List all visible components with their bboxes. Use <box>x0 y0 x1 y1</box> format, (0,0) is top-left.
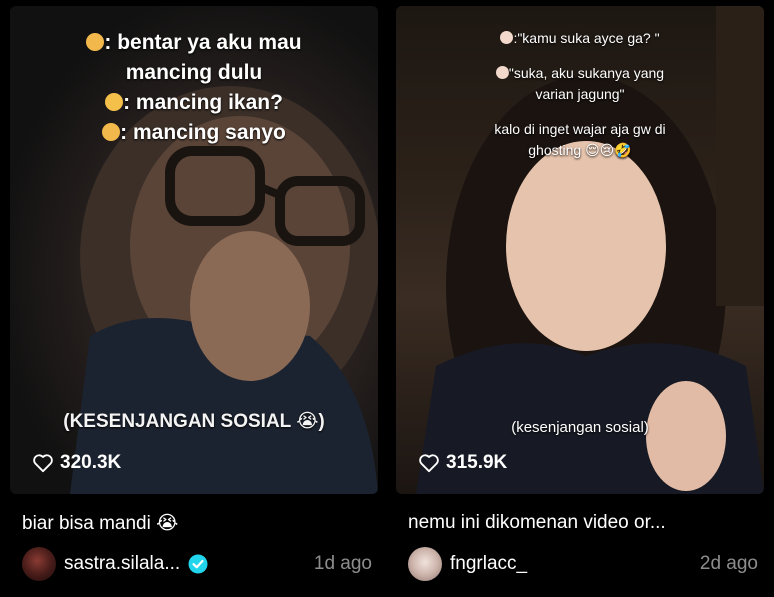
overlay-line: : mancing sanyo <box>10 118 378 148</box>
verified-badge-icon <box>188 554 208 574</box>
video-title[interactable]: biar bisa mandi 😭 <box>22 512 372 535</box>
man-emoji-icon <box>86 33 105 51</box>
overlay-line: kalo di inget wajar aja gw di <box>494 121 666 137</box>
username-link[interactable]: fngrlacc_ <box>450 553 527 575</box>
heart-icon <box>33 454 53 473</box>
video-title[interactable]: nemu ini dikomenan video or... <box>408 512 758 534</box>
heart-icon <box>419 454 439 473</box>
overlay-line: : bentar ya aku mau <box>10 28 378 58</box>
overlay-line: ghosting 😌😢🤣 <box>528 142 632 158</box>
avatar[interactable] <box>22 547 56 581</box>
video-card-2[interactable]: :"kamu suka ayce ga? " "suka, aku sukany… <box>396 6 764 597</box>
posted-time: 2d ago <box>699 553 758 574</box>
overlay-line: "suka, aku sukanya yang <box>396 63 764 84</box>
girl-emoji-icon <box>495 66 509 79</box>
overlay-tag: (KESENJANGAN SOSIAL 😭) <box>63 411 325 432</box>
username-link[interactable]: sastra.silala... <box>64 553 180 575</box>
video-thumbnail[interactable]: : bentar ya aku mau mancing dulu : manci… <box>10 6 378 494</box>
overlay-caption: : bentar ya aku mau mancing dulu : manci… <box>10 28 378 148</box>
avatar[interactable] <box>408 547 442 581</box>
overlay-line: : mancing ikan? <box>10 88 378 118</box>
posted-time: 1d ago <box>313 553 372 574</box>
video-card-1[interactable]: : bentar ya aku mau mancing dulu : manci… <box>10 6 378 597</box>
video-meta: sastra.silala... 1d ago <box>22 546 372 582</box>
video-meta: fngrlacc_ 2d ago <box>408 546 758 582</box>
overlay-tag: (kesenjangan sosial) <box>511 419 649 436</box>
man-emoji-icon <box>102 123 121 141</box>
overlay-line: varian jagung" <box>535 86 625 102</box>
woman-emoji-icon <box>105 93 124 111</box>
overlay-line: :"kamu suka ayce ga? " <box>396 28 764 49</box>
overlay-line: mancing dulu <box>125 61 263 84</box>
girl-emoji-icon <box>500 31 514 44</box>
like-count: 320.3K <box>32 452 121 474</box>
like-count: 315.9K <box>418 452 507 474</box>
video-thumbnail[interactable]: :"kamu suka ayce ga? " "suka, aku sukany… <box>396 6 764 494</box>
overlay-caption: :"kamu suka ayce ga? " "suka, aku sukany… <box>396 28 764 161</box>
